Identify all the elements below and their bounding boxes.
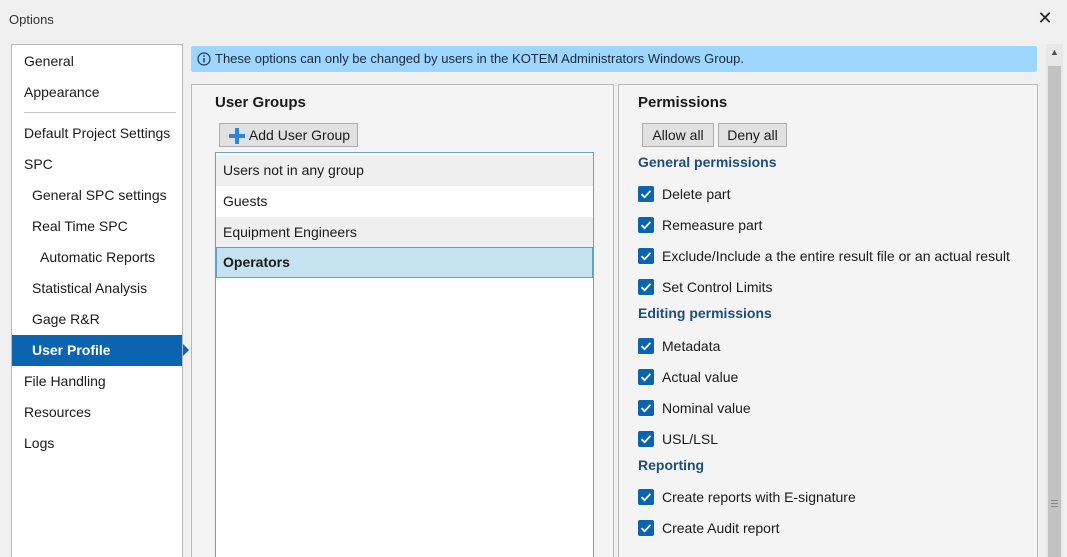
checkbox-label: USL/LSL (662, 431, 719, 447)
nav-item-default-project-settings[interactable]: Default Project Settings (12, 118, 182, 149)
user-groups-title: User Groups (215, 94, 306, 111)
nav-item-label: Automatic Reports (40, 249, 156, 265)
nav-item-label: SPC (24, 156, 53, 172)
checkbox-label: Actual value (662, 369, 739, 385)
list-item-label: Users not in any group (223, 162, 364, 178)
vertical-scrollbar[interactable]: ▲ (1046, 44, 1063, 557)
checkbox-checked-icon (638, 279, 654, 295)
permissions-title: Permissions (638, 94, 728, 111)
allow-all-button[interactable]: Allow all (642, 123, 714, 147)
checkbox-checked-icon (638, 400, 654, 416)
nav-item-gage-rr[interactable]: Gage R&R (12, 304, 182, 335)
nav-item-label: Default Project Settings (24, 125, 171, 141)
scrollbar-thumb[interactable] (1048, 66, 1061, 557)
nav-item-label: Appearance (24, 84, 100, 100)
deny-all-button[interactable]: Deny all (718, 123, 787, 147)
checkbox-label: Set Control Limits (662, 279, 773, 295)
nav-item-automatic-reports[interactable]: Automatic Reports (12, 242, 182, 273)
nav-item-label: General (24, 53, 74, 69)
checkbox-label: Create reports with E-signature (662, 489, 856, 505)
nav-item-label: Real Time SPC (32, 218, 128, 234)
nav-item-label: Gage R&R (32, 311, 100, 327)
checkbox-checked-icon (638, 338, 654, 354)
grip-icon (1051, 500, 1058, 507)
nav-item-label: File Handling (24, 373, 106, 389)
list-item-selected[interactable]: Operators (216, 247, 593, 278)
nav-item-statistical-analysis[interactable]: Statistical Analysis (12, 273, 182, 304)
nav-item-label: User Profile (32, 342, 111, 358)
editing-permissions-heading: Editing permissions (638, 305, 772, 321)
nav-item-appearance[interactable]: Appearance (12, 77, 182, 108)
add-user-group-label: Add User Group (248, 127, 351, 143)
admin-info-banner: These options can only be changed by use… (191, 46, 1037, 72)
reporting-heading: Reporting (638, 457, 705, 473)
checkbox-checked-icon (638, 248, 654, 264)
add-user-group-button[interactable]: Add User Group (219, 123, 358, 147)
info-text: These options can only be changed by use… (215, 51, 744, 66)
nav-item-label: Logs (24, 435, 55, 451)
checkbox-label: Remeasure part (662, 217, 763, 233)
checkbox-label: Create Audit report (662, 520, 780, 536)
checkbox-checked-icon (638, 186, 654, 202)
checkbox-label: Metadata (662, 338, 721, 354)
checkbox-checked-icon (638, 520, 654, 536)
nav-item-logs[interactable]: Logs (12, 428, 182, 459)
nav-item-real-time-spc[interactable]: Real Time SPC (12, 211, 182, 242)
list-item[interactable]: Equipment Engineers (216, 217, 593, 248)
nav-item-general[interactable]: General (12, 46, 182, 77)
info-icon (197, 52, 211, 66)
nav-item-resources[interactable]: Resources (12, 397, 182, 428)
title-bar: Options ✕ (0, 0, 1067, 38)
scroll-up-arrow-icon[interactable]: ▲ (1046, 44, 1063, 61)
options-nav: General Appearance Default Project Setti… (11, 44, 189, 557)
nav-item-label: Resources (24, 404, 91, 420)
list-item-label: Equipment Engineers (223, 224, 357, 240)
general-permissions-heading: General permissions (638, 154, 777, 170)
checkbox-checked-icon (638, 431, 654, 447)
checkbox-checked-icon (638, 369, 654, 385)
close-icon[interactable]: ✕ (1035, 8, 1055, 28)
nav-item-label: Statistical Analysis (32, 280, 148, 296)
checkbox-checked-icon (638, 217, 654, 233)
nav-divider (24, 112, 176, 113)
nav-item-spc[interactable]: SPC (12, 149, 182, 180)
list-item-label: Operators (223, 254, 290, 270)
checkbox-label: Exclude/Include a the entire result file… (662, 248, 1010, 264)
nav-item-label: General SPC settings (32, 187, 167, 203)
checkbox-label: Delete part (662, 186, 731, 202)
checkbox-checked-icon (638, 489, 654, 505)
selection-arrow-icon (183, 344, 189, 356)
user-groups-list: Users not in any group Guests Equipment … (215, 152, 594, 557)
list-item-label: Guests (223, 193, 268, 209)
nav-item-file-handling[interactable]: File Handling (12, 366, 182, 397)
checkbox-label: Nominal value (662, 400, 751, 416)
nav-item-user-profile[interactable]: User Profile (12, 335, 189, 366)
list-item[interactable]: Users not in any group (216, 155, 593, 186)
window-title: Options (9, 12, 54, 27)
list-item[interactable]: Guests (216, 186, 593, 217)
nav-item-general-spc-settings[interactable]: General SPC settings (12, 180, 182, 211)
plus-icon (229, 128, 245, 144)
